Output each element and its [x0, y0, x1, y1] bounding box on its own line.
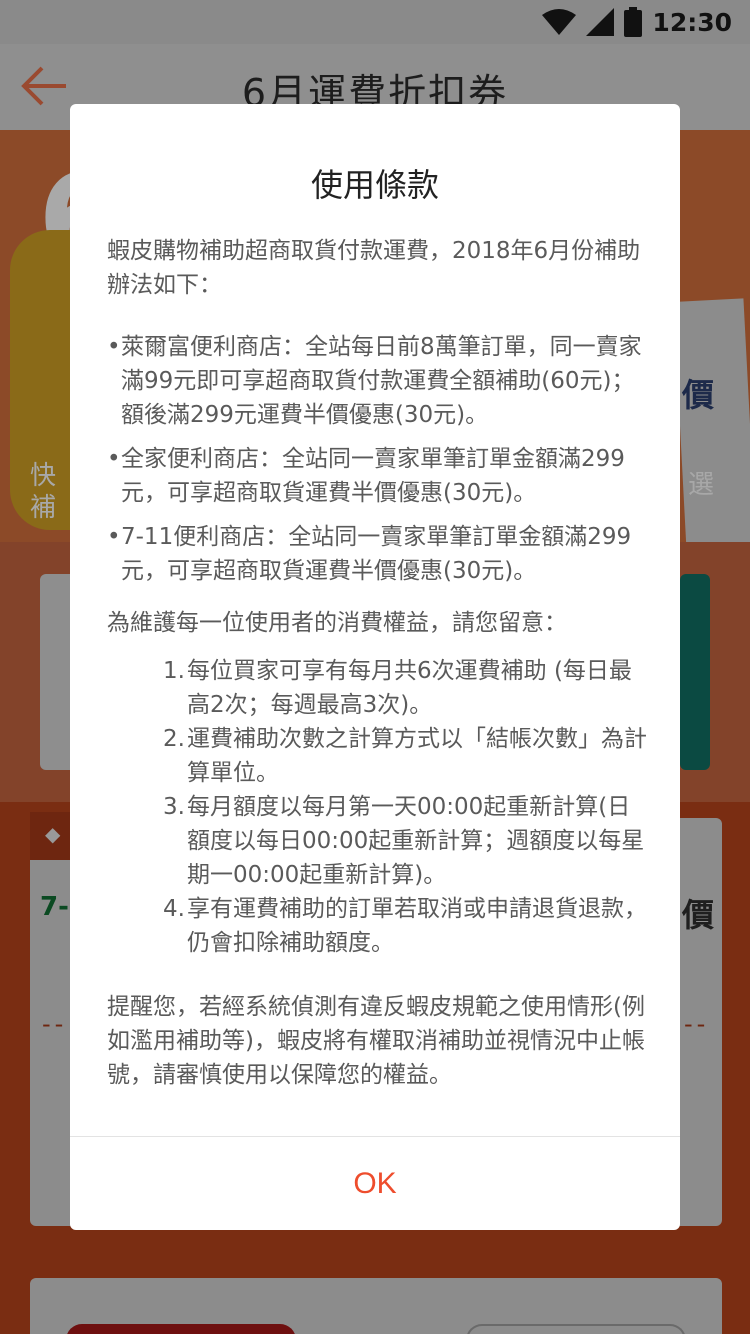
- terms-dialog: 使用條款 蝦皮購物補助超商取貨付款運費，2018年6月份補助辦法如下： • 萊爾…: [70, 104, 680, 1230]
- ok-button[interactable]: OK: [70, 1137, 680, 1230]
- status-icons: 12:30: [542, 6, 732, 38]
- rule-number: 1.: [163, 658, 185, 684]
- rule-text: 運費補助次數之計算方式以「結帳次數」為計算單位。: [187, 726, 647, 786]
- list-item: • 7-11便利商店：全站同一賣家單筆訂單金額滿299元，可享超商取貨運費半價優…: [107, 520, 647, 588]
- list-item: • 全家便利商店：全站同一賣家單筆訂單金額滿299元，可享超商取貨運費半價優惠(…: [107, 442, 647, 510]
- notice-text: 為維護每一位使用者的消費權益，請您留意：: [107, 610, 567, 636]
- store-list: • 萊爾富便利商店：全站每日前8萬筆訂單，同一賣家滿99元即可享超商取貨付款運費…: [107, 330, 647, 588]
- ticket-text: 價: [682, 376, 715, 414]
- list-item: 4. 享有運費補助的訂單若取消或申請退貨退款，仍會扣除補助額度。: [163, 892, 647, 960]
- reminder-text: 提醒您，若經系統偵測有違反蝦皮規範之使用情形(例如濫用補助等)，蝦皮將有權取消補…: [107, 994, 645, 1088]
- list-item: 2. 運費補助次數之計算方式以「結帳次數」為計算單位。: [163, 722, 647, 790]
- battery-icon: [624, 7, 643, 37]
- list-item: • 萊爾富便利商店：全站每日前8萬筆訂單，同一賣家滿99元即可享超商取貨付款運費…: [107, 330, 647, 432]
- coupon-card-right[interactable]: [680, 574, 710, 770]
- signal-icon: [586, 8, 615, 36]
- secondary-button[interactable]: [466, 1324, 686, 1334]
- banner-left-text: 快 補: [30, 460, 56, 524]
- wifi-icon: [542, 9, 577, 35]
- list-item: 3. 每月額度以每月第一天00:00起重新計算(日額度以每日00:00起重新計算…: [163, 790, 647, 892]
- coupon-dash-right: --: [684, 1010, 710, 1038]
- rule-text: 每月額度以每月第一天00:00起重新計算(日額度以每日00:00起重新計算；週額…: [187, 794, 645, 888]
- rule-text: 每位買家可享有每月共6次運費補助 (每日最高2次；每週最高3次)。: [187, 658, 632, 718]
- coupon-brand: 7-: [40, 892, 69, 922]
- ticket-graphic: [673, 298, 750, 542]
- rule-number: 2.: [163, 726, 185, 752]
- banner-right-text: 選: [688, 470, 715, 500]
- bullet-marker: •: [107, 334, 121, 360]
- list-item: 1. 每位買家可享有每月共6次運費補助 (每日最高2次；每週最高3次)。: [163, 654, 647, 722]
- rules-list: 1. 每位買家可享有每月共6次運費補助 (每日最高2次；每週最高3次)。 2. …: [107, 654, 647, 960]
- coupon-price-char: 價: [682, 896, 715, 934]
- store-rule-text: 全家便利商店：全站同一賣家單筆訂單金額滿299元，可享超商取貨運費半價優惠(30…: [121, 446, 625, 506]
- dialog-content: 蝦皮購物補助超商取貨付款運費，2018年6月份補助辦法如下： • 萊爾富便利商店…: [107, 234, 647, 1092]
- diamond-icon: ◆: [45, 822, 61, 846]
- rule-number: 3.: [163, 794, 185, 820]
- dialog-title: 使用條款: [310, 166, 439, 204]
- intro-text: 蝦皮購物補助超商取貨付款運費，2018年6月份補助辦法如下：: [107, 238, 641, 298]
- banner-left-text-1: 快: [30, 461, 57, 491]
- rule-text: 享有運費補助的訂單若取消或申請退貨退款，仍會扣除補助額度。: [187, 896, 647, 956]
- rule-number: 4.: [163, 896, 185, 922]
- bullet-marker: •: [107, 524, 121, 550]
- status-time: 12:30: [652, 7, 732, 37]
- banner-left-text-2: 補: [30, 493, 57, 523]
- claim-button[interactable]: [66, 1324, 296, 1334]
- store-rule-text: 萊爾富便利商店：全站每日前8萬筆訂單，同一賣家滿99元即可享超商取貨付款運費全額…: [121, 334, 642, 428]
- coupon-dash-left: --: [42, 1010, 68, 1038]
- status-bar: 12:30: [0, 0, 750, 44]
- store-rule-text: 7-11便利商店：全站同一賣家單筆訂單金額滿299元，可享超商取貨運費半價優惠(…: [121, 524, 632, 584]
- bullet-marker: •: [107, 446, 121, 472]
